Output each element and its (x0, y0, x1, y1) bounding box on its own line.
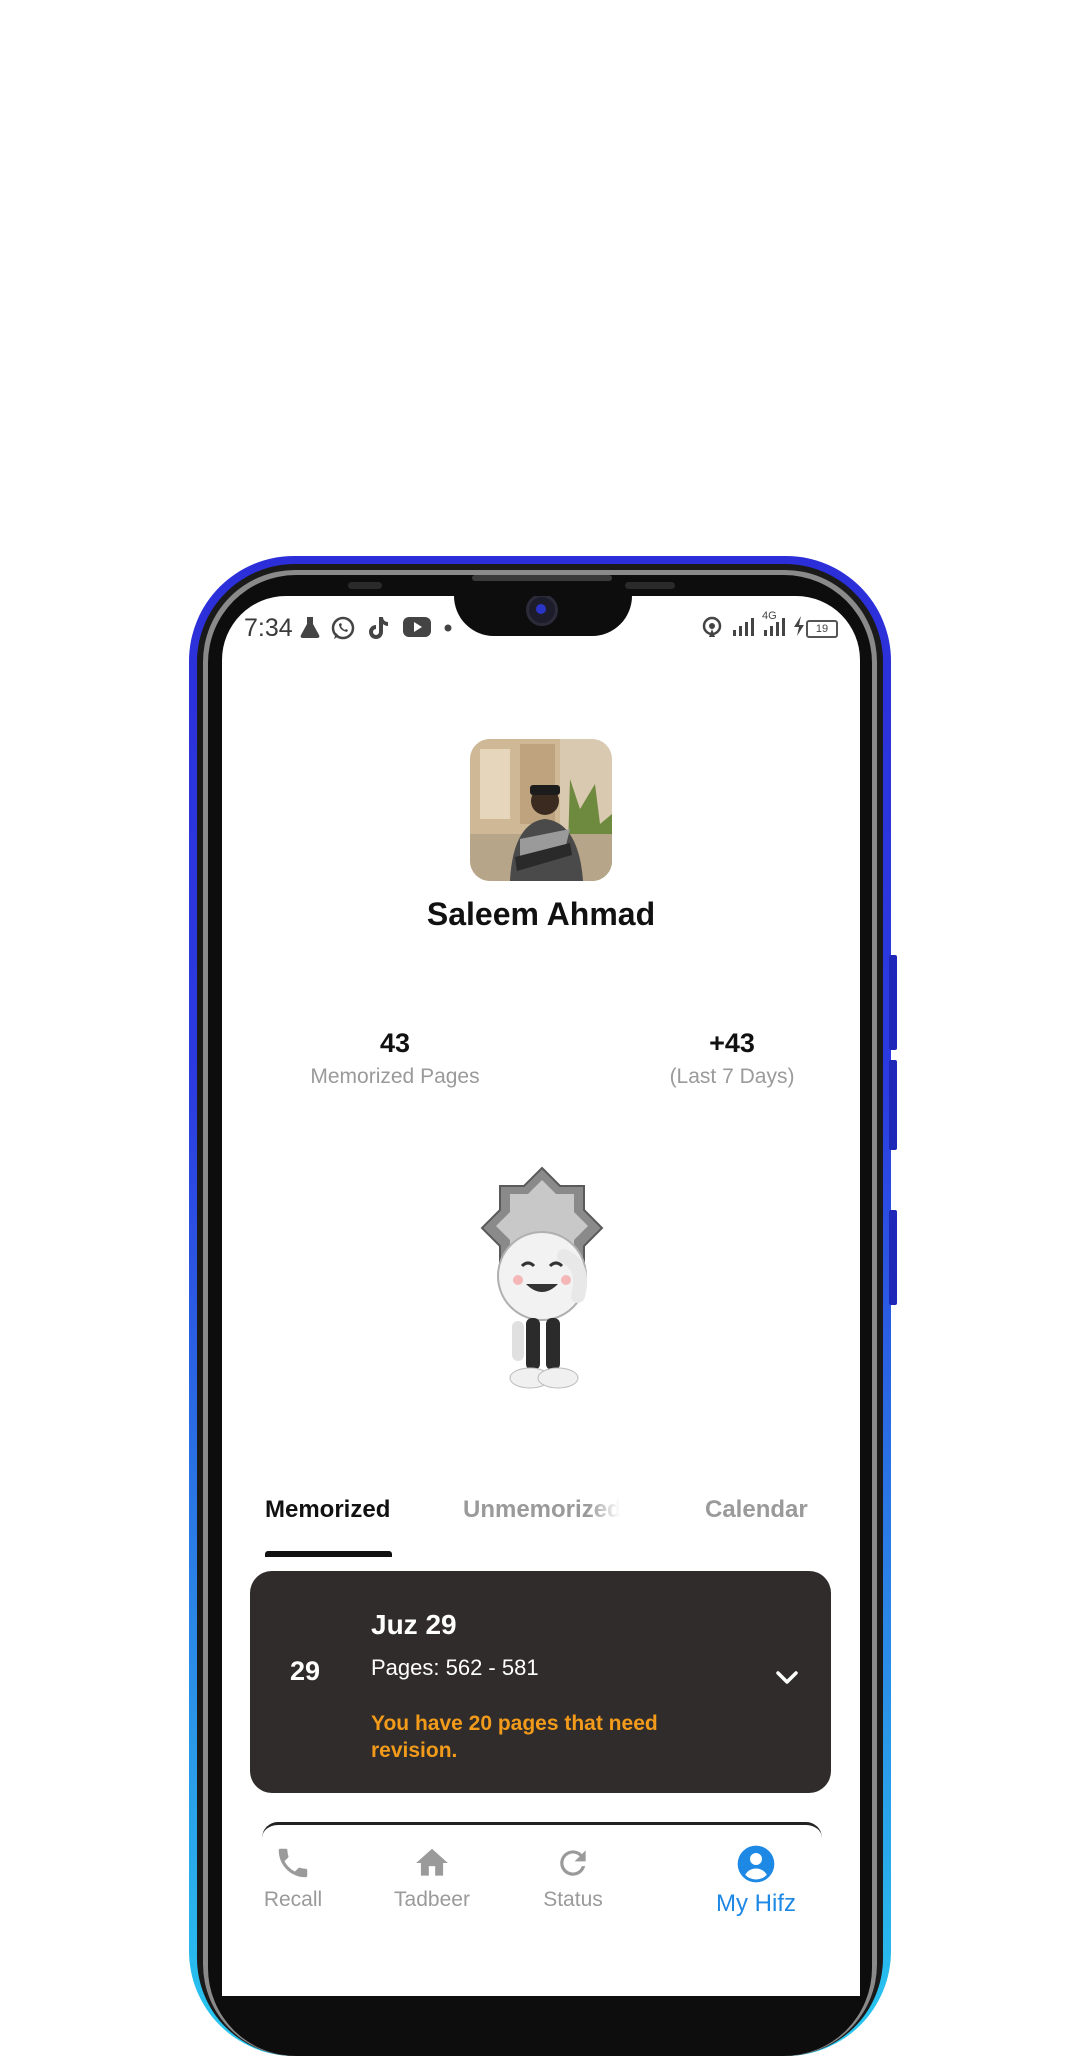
battery-indicator: 19 (806, 620, 838, 638)
next-card-peek (262, 1822, 822, 1845)
avatar[interactable] (470, 739, 612, 881)
chevron-down-icon[interactable] (776, 1671, 798, 1685)
nav-label-status: Status (543, 1888, 603, 1911)
nav-label-recall: Recall (263, 1888, 323, 1911)
tab-calendar[interactable]: Calendar (705, 1496, 808, 1524)
refresh-icon (560, 1850, 586, 1876)
status-time: 7:34 (244, 614, 293, 642)
app-screen: 7:34 4G 19 Saleem Ahmad 43 Memorized Pag… (222, 596, 860, 1996)
volume-button-2 (889, 1060, 897, 1150)
notification-dot-icon (444, 624, 452, 632)
active-tab-indicator (265, 1551, 392, 1557)
nav-label-my-hifz: My Hifz (716, 1890, 796, 1917)
tab-memorized[interactable]: Memorized (265, 1496, 390, 1524)
nav-label-tadbeer: Tadbeer (394, 1888, 470, 1911)
phone-icon (278, 1848, 308, 1878)
tiktok-icon (369, 617, 388, 639)
signal-icon (733, 618, 754, 636)
earpiece-speaker (472, 575, 612, 581)
hotspot-icon (702, 616, 722, 637)
flask-icon (300, 617, 320, 638)
user-photo-icon (470, 739, 612, 881)
nav-status[interactable]: Status (508, 1844, 638, 1912)
revision-warning: You have 20 pages that need revision. (371, 1712, 658, 1762)
account-circle-icon (737, 1845, 775, 1883)
juz-pages: Pages: 562 - 581 (371, 1655, 539, 1680)
mascot-image (480, 1166, 604, 1389)
juz-card[interactable]: 29 Juz 29 Pages: 562 - 581 You have 20 p… (250, 1571, 831, 1793)
nav-tadbeer[interactable]: Tadbeer (367, 1844, 497, 1912)
profile-name: Saleem Ahmad (426, 896, 656, 932)
recent-pages-value: +43 (709, 1028, 755, 1058)
memorized-pages-value: 43 (379, 1028, 411, 1058)
juz-number: 29 (290, 1656, 321, 1686)
volume-button (889, 955, 897, 1050)
youtube-icon (403, 617, 431, 637)
power-button (889, 1210, 897, 1305)
sensor (348, 582, 382, 589)
signal-icon-2 (764, 618, 785, 636)
home-icon (416, 1848, 448, 1876)
nav-my-hifz[interactable]: My Hifz (691, 1844, 821, 1918)
charging-icon (794, 616, 804, 636)
whatsapp-icon (331, 616, 355, 640)
tab-unmemorized[interactable]: Unmemorized (463, 1496, 620, 1524)
sensor-2 (625, 582, 675, 589)
memorized-pages-label: Memorized Pages (310, 1065, 480, 1088)
recent-pages-label: (Last 7 Days) (669, 1065, 795, 1088)
juz-title: Juz 29 (371, 1609, 457, 1640)
nav-recall[interactable]: Recall (228, 1844, 358, 1912)
